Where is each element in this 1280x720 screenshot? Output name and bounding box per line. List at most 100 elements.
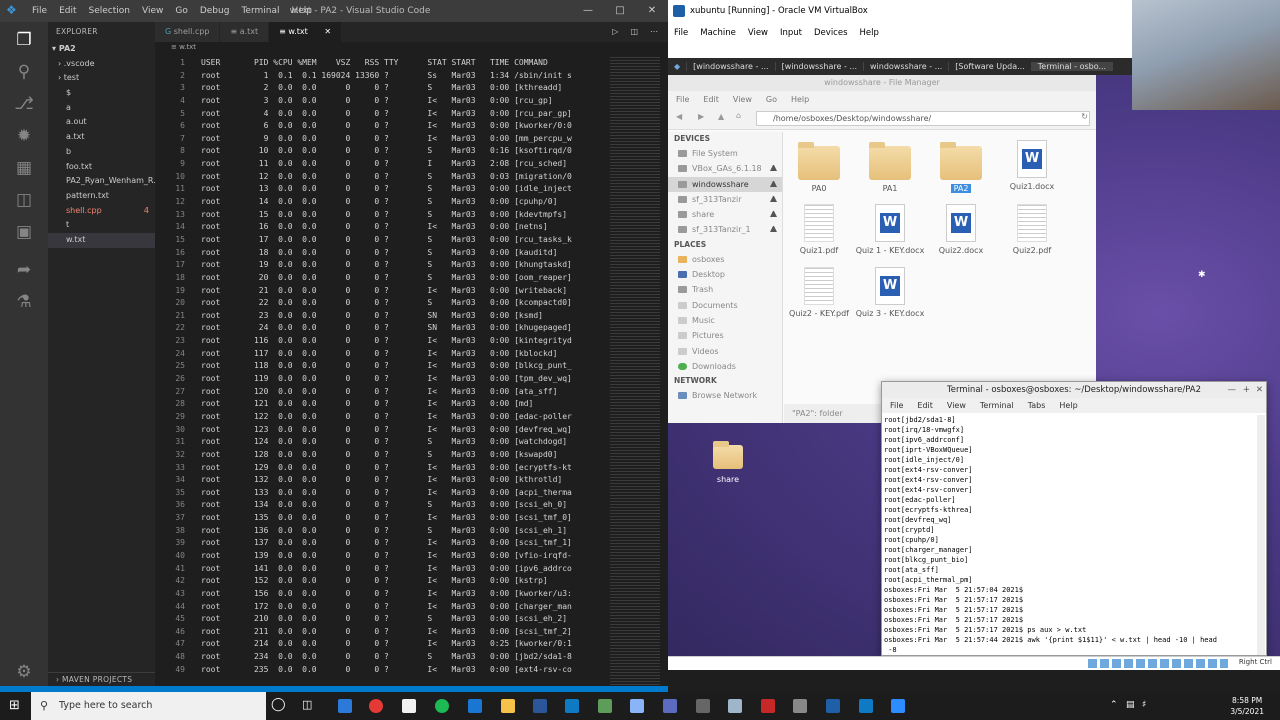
menu-go[interactable]: Go: [169, 6, 193, 16]
guest-task-3[interactable]: windowsshare - ...: [864, 62, 950, 71]
term-menu-help[interactable]: Help: [1059, 398, 1077, 413]
split-editor-icon[interactable]: ◫: [630, 22, 638, 42]
fm-menu-help[interactable]: Help: [791, 91, 809, 108]
vb-menu-machine[interactable]: Machine: [700, 22, 736, 44]
explorer-icon[interactable]: ❐: [12, 28, 36, 52]
fm-path-field[interactable]: /home/osboxes/Desktop/windowsshare/: [756, 111, 1090, 126]
device-vbox-gas[interactable]: VBox_GAs_6.1.18: [668, 161, 782, 176]
device-sf313tanzir[interactable]: sf_313Tanzir: [668, 192, 782, 207]
file-explorer-icon[interactable]: [501, 699, 515, 713]
vscode-icon[interactable]: [565, 699, 579, 713]
guest-menu-icon[interactable]: ◆: [668, 62, 688, 71]
tree-item-pattern-txt[interactable]: pattern.txt: [48, 189, 155, 204]
fm-item-pa0[interactable]: PA0: [784, 142, 854, 193]
spotify-icon[interactable]: [435, 699, 449, 713]
eject-icon[interactable]: [770, 211, 777, 218]
vb-device-icons[interactable]: [1088, 659, 1228, 668]
task-view-icon[interactable]: ◫: [302, 698, 312, 711]
minimize-icon[interactable]: —: [572, 0, 604, 22]
place-videos[interactable]: Videos: [668, 344, 782, 359]
tree-item-vscode[interactable]: › .vscode: [48, 57, 155, 72]
term-menu-terminal[interactable]: Terminal: [980, 398, 1014, 413]
forward-icon[interactable]: ▶: [698, 112, 704, 121]
device-sf313tanzir-1[interactable]: sf_313Tanzir_1: [668, 222, 782, 237]
settings-gear-icon[interactable]: ⚙: [12, 660, 36, 684]
vb-menu-devices[interactable]: Devices: [814, 22, 848, 44]
menu-file[interactable]: File: [26, 6, 53, 16]
menu-view[interactable]: View: [136, 6, 169, 16]
fm-item-quiz1-docx[interactable]: Quiz1.docx: [997, 140, 1067, 191]
fm-item-quiz1-key[interactable]: Quiz 1 - KEY.docx: [855, 204, 925, 255]
vb-menu-help[interactable]: Help: [860, 22, 879, 44]
eject-icon[interactable]: [770, 195, 777, 202]
app-icon[interactable]: [728, 699, 742, 713]
network-tray-icon[interactable]: ▤: [1126, 700, 1135, 710]
unity-icon[interactable]: [793, 699, 807, 713]
place-music[interactable]: Music: [668, 313, 782, 328]
tray-chevron-icon[interactable]: ⌃: [1110, 700, 1118, 710]
place-documents[interactable]: Documents: [668, 298, 782, 313]
place-desktop[interactable]: Desktop: [668, 267, 782, 282]
app-icon[interactable]: [761, 699, 775, 713]
tree-item-b[interactable]: b: [48, 145, 155, 160]
tab-w-txt[interactable]: ≡ w.txt ✕: [269, 22, 343, 42]
taskbar-search[interactable]: ⚲ Type here to search: [31, 692, 266, 720]
browse-network[interactable]: Browse Network: [668, 388, 782, 403]
fm-item-quiz2-key[interactable]: Quiz2 - KEY.pdf: [784, 267, 854, 318]
close-icon[interactable]: ✕: [1256, 382, 1263, 398]
guest-task-5[interactable]: Terminal - osbo...: [1031, 62, 1114, 71]
terminal-scrollbar[interactable]: [1257, 415, 1265, 655]
source-control-icon[interactable]: ⎇: [12, 92, 36, 116]
tab-shell-cpp[interactable]: G shell.cpp: [155, 22, 221, 42]
minimize-icon[interactable]: —: [1228, 382, 1237, 398]
fm-item-quiz1-pdf[interactable]: Quiz1.pdf: [784, 204, 854, 255]
zoom-icon[interactable]: [891, 699, 905, 713]
docker-icon[interactable]: ▣: [12, 220, 36, 244]
debug-icon[interactable]: ✹: [12, 124, 36, 148]
maximize-icon[interactable]: □: [604, 0, 636, 22]
virtualbox-taskbar-icon[interactable]: [826, 699, 840, 713]
app-icon[interactable]: [663, 699, 677, 713]
place-trash[interactable]: Trash: [668, 282, 782, 297]
menu-debug[interactable]: Debug: [194, 6, 236, 16]
chrome-icon[interactable]: [369, 699, 383, 713]
remote-explorer-icon[interactable]: ◫: [12, 188, 36, 212]
tree-item-t[interactable]: t: [48, 218, 155, 233]
tree-item-w-txt[interactable]: w.txt: [48, 232, 155, 248]
vb-menu-view[interactable]: View: [748, 22, 768, 44]
tree-item-pa2-doc[interactable]: PA2_Ryan_Wenham_R...: [48, 174, 155, 189]
refresh-icon[interactable]: ↻: [1081, 112, 1088, 121]
maven-projects-section[interactable]: › MAVEN PROJECTS: [48, 672, 155, 686]
eject-icon[interactable]: [770, 180, 777, 187]
fm-menu-go[interactable]: Go: [766, 91, 777, 108]
breadcrumb[interactable]: ≡ w.txt: [155, 42, 668, 52]
tree-item-a-out[interactable]: a.out: [48, 115, 155, 130]
word-icon[interactable]: [533, 699, 547, 713]
desktop-share-icon[interactable]: share: [698, 441, 758, 484]
vb-menu-input[interactable]: Input: [780, 22, 802, 44]
maximize-icon[interactable]: +: [1243, 382, 1250, 398]
folder-root-pa2[interactable]: ▾ PA2: [48, 42, 155, 57]
volume-icon[interactable]: ♯: [1142, 700, 1146, 710]
app-icon[interactable]: [696, 699, 710, 713]
tree-item-foo-txt[interactable]: foo.txt: [48, 160, 155, 175]
mail-icon[interactable]: [338, 699, 352, 713]
live-share-icon[interactable]: ➦: [12, 258, 36, 282]
fm-menu-edit[interactable]: Edit: [703, 91, 719, 108]
device-filesystem[interactable]: File System: [668, 146, 782, 161]
tree-item-a[interactable]: a: [48, 101, 155, 116]
up-icon[interactable]: ▲: [718, 112, 724, 121]
term-menu-file[interactable]: File: [890, 398, 903, 413]
term-menu-view[interactable]: View: [947, 398, 966, 413]
app-icon[interactable]: [468, 699, 482, 713]
app-icon[interactable]: [598, 699, 612, 713]
search-icon[interactable]: ⚲: [12, 60, 36, 84]
taskbar-clock[interactable]: 8:58 PM 3/5/2021: [1230, 695, 1264, 717]
vscode-taskbar-icon[interactable]: [859, 699, 873, 713]
vb-menu-file[interactable]: File: [674, 22, 688, 44]
guest-task-4[interactable]: [Software Upda...: [949, 62, 1032, 71]
extensions-icon[interactable]: ▦: [12, 156, 36, 180]
fm-item-quiz3-key[interactable]: Quiz 3 - KEY.docx: [855, 267, 925, 318]
place-downloads[interactable]: Downloads: [668, 359, 782, 374]
cortana-icon[interactable]: ◯: [271, 697, 286, 712]
